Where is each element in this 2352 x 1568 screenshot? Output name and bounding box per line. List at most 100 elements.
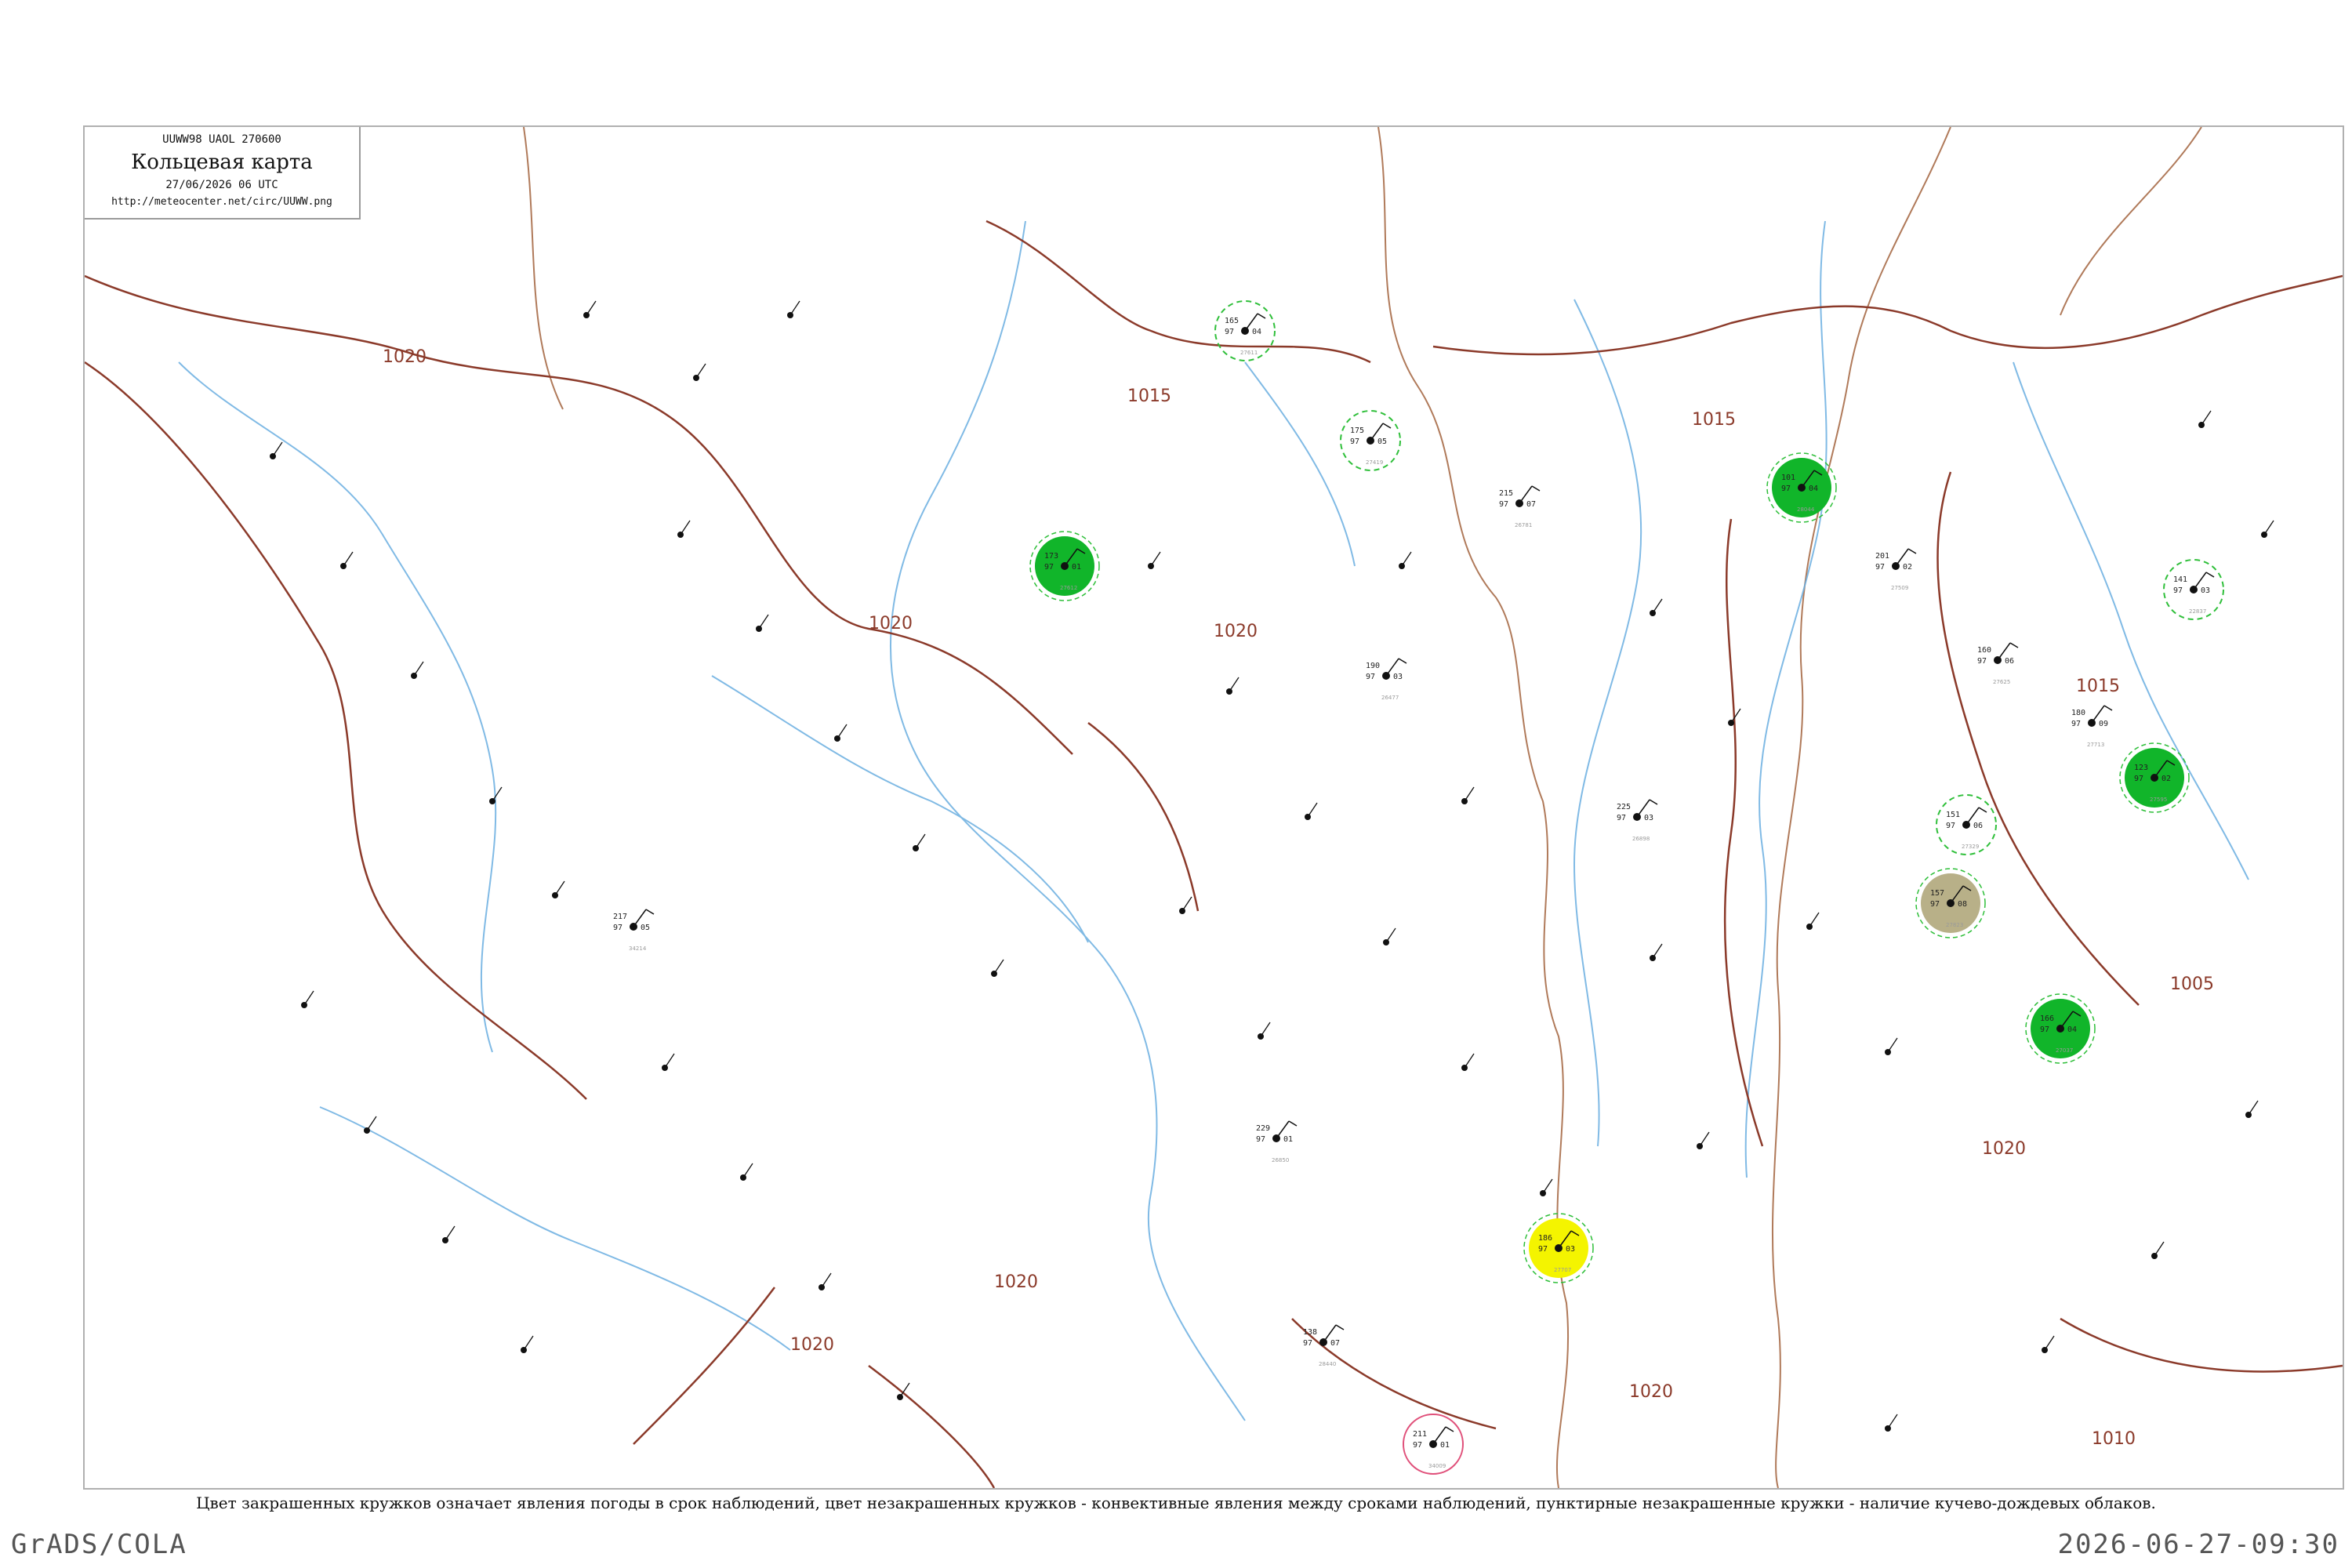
station-index: 26898 — [1632, 836, 1650, 842]
station-value-tendency: 02 — [1903, 563, 1912, 572]
isobar-label: 1015 — [2076, 677, 2120, 696]
wind-barb — [1150, 551, 1161, 567]
station-27707[interactable]: 186 97 03 27707 — [1523, 1213, 1594, 1283]
source-url[interactable]: http://meteocenter.net/circ/UUWW.png — [85, 196, 359, 208]
station-28044[interactable]: 101 97 04 28044 — [1766, 452, 1837, 523]
station-value-mid: 97 — [1366, 673, 1375, 681]
station-value-mid: 97 — [1044, 563, 1054, 572]
station-value-top: 165 — [1225, 317, 1239, 325]
station-22837[interactable]: 141 97 03 22837 — [2163, 559, 2224, 620]
wind-barb — [492, 786, 503, 802]
station-marker — [2261, 520, 2274, 538]
station-value-top: 160 — [1977, 646, 1991, 655]
station-marker — [270, 441, 283, 459]
station-marker — [1461, 1053, 1475, 1071]
station-26850[interactable]: 229 97 01 26850 — [1256, 1120, 1298, 1163]
station-26898[interactable]: 225 97 03 26898 — [1617, 799, 1658, 842]
station-marker — [1226, 677, 1240, 695]
station-index: 28044 — [1797, 506, 1815, 513]
station-value-top: 201 — [1875, 552, 1889, 561]
wind-barb-feather — [2205, 572, 2215, 578]
wind-barb-feather — [645, 909, 655, 915]
wind-barb — [1699, 1131, 1710, 1147]
wind-barb-feather — [2009, 642, 2019, 648]
map-title: Кольцевая карта — [131, 151, 313, 174]
wind-barb — [789, 300, 800, 316]
software-credit: GrADS/COLA — [11, 1529, 187, 1560]
isobar-label: 1020 — [383, 347, 426, 367]
station-27419[interactable]: 175 97 05 27419 — [1340, 410, 1401, 471]
station-marker — [662, 1053, 675, 1071]
isobar-label: 1020 — [1214, 622, 1258, 641]
station-value-mid: 97 — [1413, 1441, 1422, 1450]
station-26781[interactable]: 215 97 07 26781 — [1499, 485, 1541, 528]
wind-barb — [1542, 1178, 1553, 1194]
station-value-mid: 97 — [1781, 485, 1791, 493]
station-marker — [583, 300, 597, 318]
station-marker — [1305, 802, 1318, 820]
station-value-top: 215 — [1499, 489, 1513, 498]
isobar-label: 1010 — [2092, 1429, 2136, 1449]
station-value-mid: 97 — [1930, 900, 1940, 909]
wind-barb-feather — [1445, 1426, 1454, 1432]
station-value-top: 141 — [2173, 575, 2187, 584]
station-marker — [756, 614, 769, 632]
wind-barb-feather — [1531, 485, 1541, 492]
station-value-tendency: 05 — [1377, 437, 1387, 446]
station-value-top: 217 — [613, 913, 627, 921]
station-index: 34009 — [1428, 1463, 1446, 1469]
station-value-mid: 97 — [1875, 563, 1885, 572]
station-marker — [1461, 786, 1475, 804]
isobars — [85, 220, 2343, 1488]
wind-barb — [758, 614, 769, 630]
station-index: 26477 — [1381, 695, 1399, 701]
wind-barb — [366, 1116, 377, 1131]
station-value-mid: 97 — [1499, 500, 1508, 509]
station-marker — [1806, 912, 1820, 930]
station-26477[interactable]: 190 97 03 26477 — [1366, 658, 1407, 701]
station-34214[interactable]: 217 97 05 34214 — [613, 909, 655, 952]
station-value-tendency: 03 — [1566, 1245, 1575, 1254]
station-index: 27419 — [1366, 459, 1383, 466]
wind-barb-feather — [1978, 807, 1987, 813]
isobar-label: 1020 — [994, 1272, 1038, 1292]
station-value-mid: 97 — [1256, 1135, 1265, 1144]
isobar-label: 1015 — [1127, 387, 1171, 406]
station-27612[interactable]: 173 97 01 27612 — [1029, 531, 1100, 601]
station-value-tendency: 03 — [1393, 673, 1403, 681]
bulletin-code: UUWW98 UAOL 270600 — [162, 133, 281, 146]
station-marker — [1540, 1178, 1553, 1196]
station-value-tendency: 07 — [1526, 500, 1536, 509]
station-marker — [2042, 1335, 2055, 1353]
wind-barb — [695, 363, 706, 379]
station-27625[interactable]: 160 97 06 27625 — [1977, 642, 2019, 685]
station-marker — [411, 661, 424, 679]
station-value-mid: 97 — [613, 924, 622, 932]
wind-barb — [554, 880, 565, 896]
station-marker — [1148, 551, 1161, 569]
station-27595[interactable]: 123 97 02 27595 — [2119, 742, 2190, 813]
station-marker — [834, 724, 848, 742]
wind-barb — [1652, 598, 1663, 614]
station-27509[interactable]: 201 97 02 27509 — [1875, 548, 1917, 591]
station-27611[interactable]: 165 97 04 27611 — [1214, 300, 1276, 361]
station-value-tendency: 01 — [1072, 563, 1081, 572]
station-value-mid: 97 — [1977, 657, 1987, 666]
station-27037[interactable]: 166 97 04 27037 — [2025, 993, 2096, 1064]
station-value-tendency: 06 — [2005, 657, 2014, 666]
station-value-tendency: 04 — [2067, 1025, 2077, 1034]
station-value-mid: 97 — [1538, 1245, 1548, 1254]
station-27713[interactable]: 180 97 09 27713 — [2071, 705, 2113, 748]
wind-barb — [664, 1053, 675, 1069]
station-marker — [787, 300, 800, 318]
station-index: 27707 — [1554, 1267, 1571, 1273]
station-27329[interactable]: 151 97 06 27329 — [1936, 794, 1997, 855]
isobar-label: 1015 — [1692, 410, 1736, 430]
station-34009[interactable]: 211 97 01 34009 — [1403, 1414, 1464, 1475]
station-index: 27612 — [1060, 585, 1077, 591]
station-28440[interactable]: 138 97 07 28440 — [1303, 1324, 1345, 1367]
station-value-top: 225 — [1617, 803, 1631, 811]
station-marker — [521, 1335, 534, 1353]
station-27823[interactable]: 157 97 08 27823 — [1915, 868, 1986, 938]
wind-barb — [2154, 1241, 2165, 1257]
